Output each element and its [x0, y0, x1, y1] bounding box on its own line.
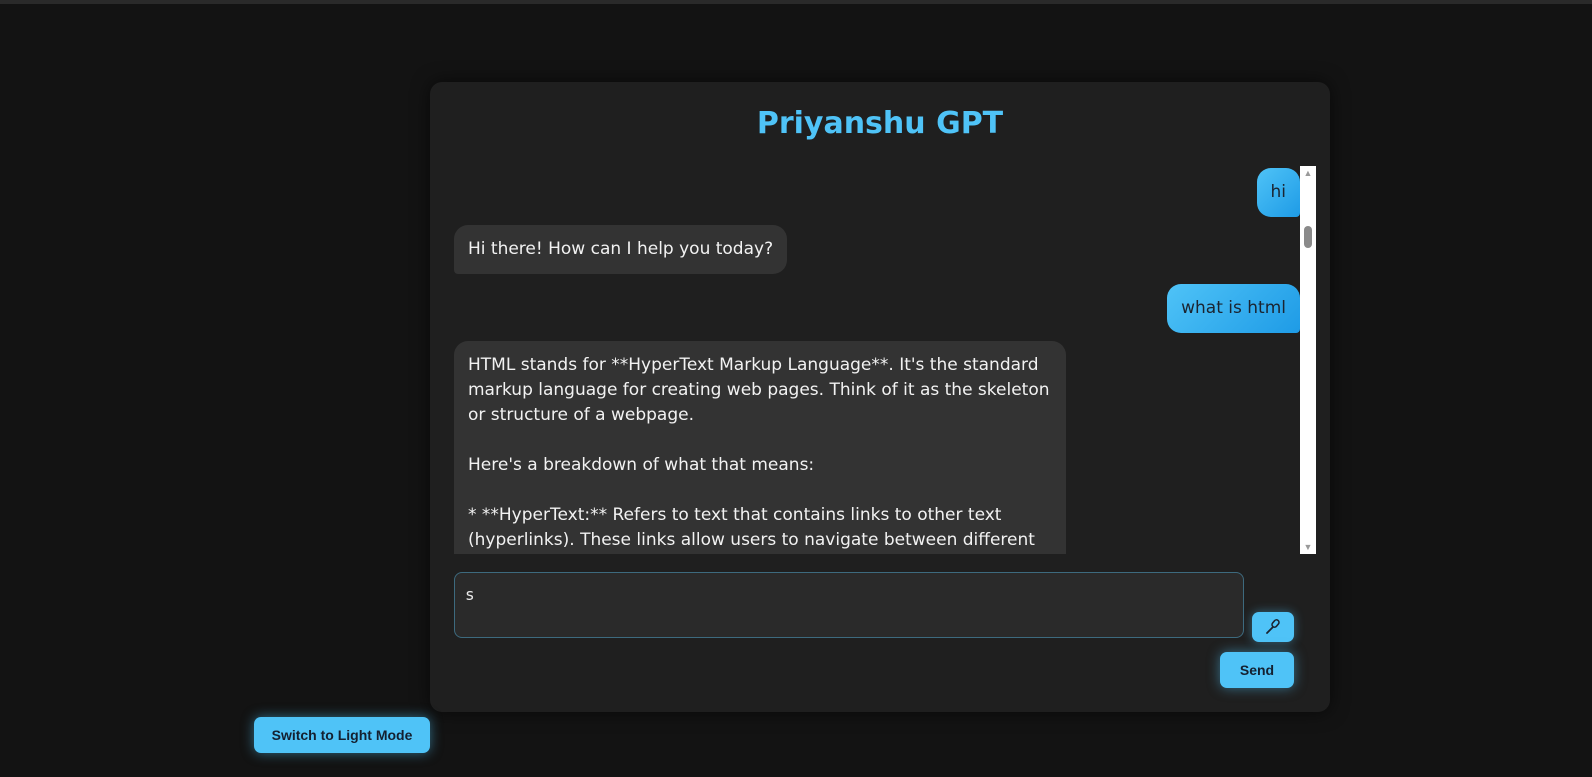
bot-message: Hi there! How can I help you today?: [454, 225, 788, 274]
scroll-thumb[interactable]: [1304, 226, 1312, 248]
message-list[interactable]: hi Hi there! How can I help you today? w…: [454, 166, 1300, 554]
user-message: what is html: [1167, 284, 1300, 333]
mic-button[interactable]: [1252, 612, 1294, 642]
microphone-icon: [1266, 619, 1280, 634]
message-input[interactable]: [454, 572, 1244, 638]
chat-container: Priyanshu GPT hi Hi there! How can I hel…: [430, 82, 1330, 712]
scroll-down-arrow-icon[interactable]: ▼: [1300, 540, 1316, 554]
theme-toggle-button[interactable]: Switch to Light Mode: [254, 717, 430, 753]
scroll-up-arrow-icon[interactable]: ▲: [1300, 166, 1316, 180]
app-page: Priyanshu GPT hi Hi there! How can I hel…: [0, 0, 1592, 777]
app-title: Priyanshu GPT: [756, 106, 1004, 141]
message-scrollbar[interactable]: ▲ ▼: [1300, 166, 1316, 554]
user-message: hi: [1256, 168, 1300, 217]
bot-message: HTML stands for **HyperText Markup Langu…: [454, 341, 1066, 554]
send-button[interactable]: Send: [1220, 652, 1294, 688]
